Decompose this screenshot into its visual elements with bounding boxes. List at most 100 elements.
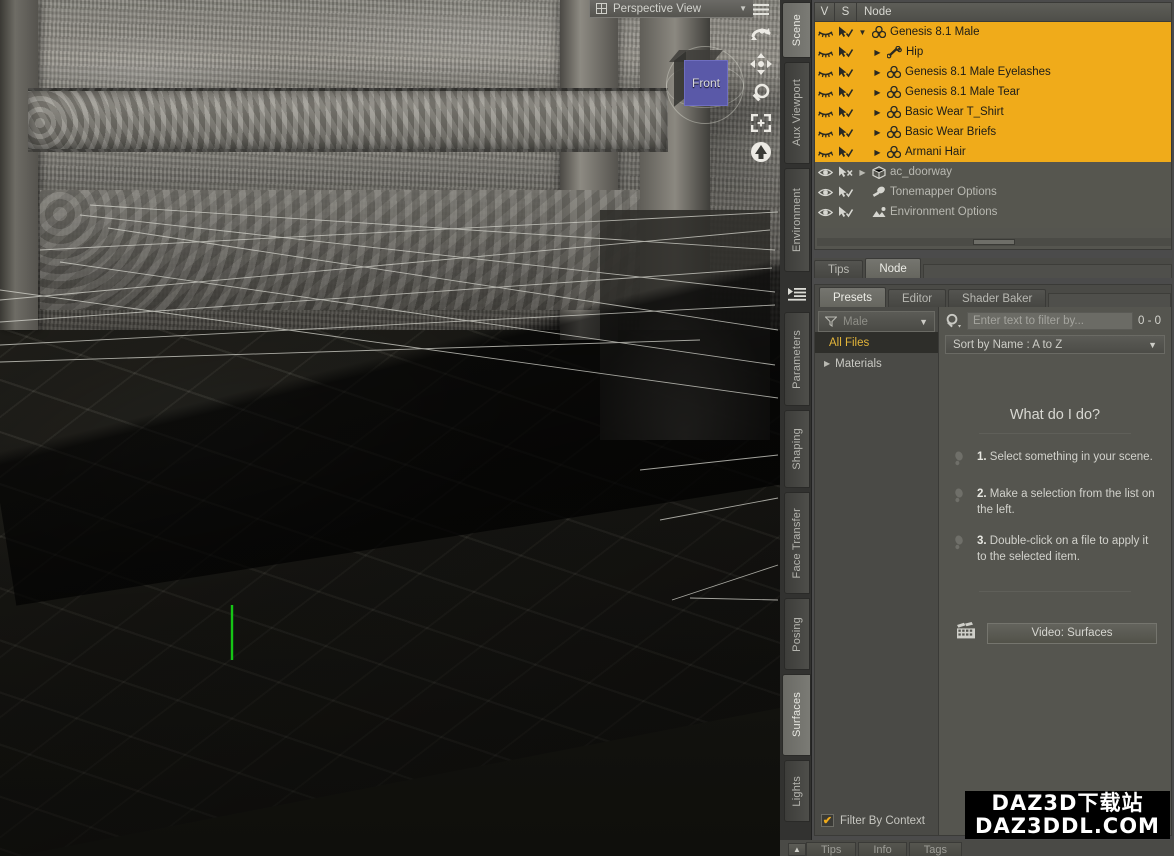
cursor-check-icon[interactable] [835,26,857,38]
watermark-line-2: DAZ3DDL.COM [975,815,1160,838]
bottom-tab-row: Tips Info Tags [780,840,1174,856]
eye-closed-icon[interactable] [815,67,835,78]
column-header-visibility[interactable]: V [815,3,835,21]
file-list-item-materials[interactable]: ▶Materials [815,353,938,374]
video-surfaces-label: Video: Surfaces [1032,627,1113,639]
bottom-tab-tags[interactable]: Tags [909,842,962,856]
tab-parameters[interactable]: Parameters [784,312,810,406]
twisty-collapsed-icon[interactable]: ▶ [872,88,883,97]
tab-face-transfer-label: Face Transfer [791,508,803,578]
figure-icon [887,66,901,78]
video-surfaces-button[interactable]: Video: Surfaces [987,623,1157,644]
tab-shader-baker[interactable]: Shader Baker [948,289,1046,307]
bottom-tab-info-label: Info [873,844,891,856]
help-title: What do I do? [953,407,1157,423]
cursor-check-icon[interactable] [835,86,857,98]
panel-options-icon[interactable] [785,282,809,306]
zoom-icon[interactable] [746,82,776,106]
eye-open-icon[interactable] [815,167,835,178]
scene-row-hip[interactable]: ▶ Hip [815,42,1171,62]
twisty-collapsed-icon[interactable]: ▶ [857,168,868,177]
twisty-collapsed-icon[interactable]: ▶ [872,68,883,77]
scene-row-environment-options[interactable]: Environment Options [815,202,1171,222]
scene-row-armani-hair[interactable]: ▶Armani Hair [815,142,1171,162]
twisty-collapsed-icon[interactable]: ▶ [872,48,883,57]
orbit-icon[interactable] [746,24,776,46]
tab-editor[interactable]: Editor [888,289,946,307]
scene-horizontal-scrollbar[interactable] [817,238,1171,246]
tab-face-transfer[interactable]: Face Transfer [784,492,810,594]
twisty-collapsed-icon[interactable]: ▶ [872,108,883,117]
cursor-check-icon[interactable] [835,66,857,78]
tab-tips[interactable]: Tips [814,260,863,278]
eye-open-icon[interactable] [815,207,835,218]
scene-row-genesis-8-1-male[interactable]: ▼ Genesis 8.1 Male [815,22,1171,42]
scene-row-label: Hip [906,46,923,58]
tab-environment[interactable]: Environment [784,168,810,272]
cursor-check-icon[interactable] [835,126,857,138]
cursor-check-icon[interactable] [835,106,857,118]
twisty-collapsed-icon[interactable]: ▶ [824,359,830,368]
frame-icon[interactable] [746,112,776,134]
scene-row-label: Basic Wear T_Shirt [905,106,1004,118]
home-view-icon[interactable] [746,140,776,164]
grid-icon [596,3,607,14]
scene-row-node-cell: ▶ Basic Wear T_Shirt [857,106,1171,118]
pan-icon[interactable] [746,52,776,76]
cursor-x-icon[interactable] [835,166,857,178]
tab-presets[interactable]: Presets [819,287,886,307]
eye-closed-icon[interactable] [815,47,835,58]
tab-surfaces[interactable]: Surfaces [782,674,811,756]
bottom-tab-tips[interactable]: Tips [806,842,856,856]
column-header-node[interactable]: Node [857,3,1171,21]
tab-aux-viewport[interactable]: Aux Viewport [784,62,810,164]
eye-closed-icon[interactable] [815,147,835,158]
scene-row-genesis-8-1-male-tear[interactable]: ▶Genesis 8.1 Male Tear [815,82,1171,102]
tab-shaping[interactable]: Shaping [784,410,810,488]
scene-row-basic-wear-briefs[interactable]: ▶Basic Wear Briefs [815,122,1171,142]
twisty-expanded-icon[interactable]: ▼ [857,28,868,37]
twisty-collapsed-icon[interactable]: ▶ [872,148,883,157]
view-cube[interactable]: Front [662,42,748,128]
scrollbar-handle[interactable] [973,239,1015,245]
scene-row-ac-doorway[interactable]: ▶ac_doorway [815,162,1171,182]
scene-row-node-cell: ▶ Hip [857,46,1171,59]
twisty-collapsed-icon[interactable]: ▶ [872,128,883,137]
file-list-item-all-files[interactable]: All Files [815,332,938,353]
tab-lights[interactable]: Lights [784,760,810,822]
eye-closed-icon[interactable] [815,127,835,138]
content-filter-select[interactable]: Male ▼ [818,311,935,332]
search-input[interactable] [967,312,1133,330]
scene-row-tonemapper-options[interactable]: Tonemapper Options [815,182,1171,202]
figure-icon [887,126,901,138]
cursor-check-icon[interactable] [835,206,857,218]
eye-closed-icon[interactable] [815,27,835,38]
filter-by-context-label: Filter By Context [840,815,925,827]
view-cube-front-face[interactable]: Front [684,60,728,106]
cursor-check-icon[interactable] [835,186,857,198]
tab-node[interactable]: Node [865,258,921,278]
viewport-menu-icon[interactable] [746,2,776,18]
scene-row-label: Genesis 8.1 Male [890,26,980,38]
eye-closed-icon[interactable] [815,107,835,118]
tab-editor-label: Editor [902,293,932,305]
search-icon[interactable] [945,313,962,330]
eye-open-icon[interactable] [815,187,835,198]
tab-scene[interactable]: Scene [782,2,811,58]
bottom-tab-info[interactable]: Info [858,842,906,856]
scene-row-genesis-8-1-male-eyelashes[interactable]: ▶Genesis 8.1 Male Eyelashes [815,62,1171,82]
scene-row-basic-wear-t-shirt[interactable]: ▶ Basic Wear T_Shirt [815,102,1171,122]
column-header-selectable[interactable]: S [835,3,857,21]
cursor-check-icon[interactable] [835,46,857,58]
content-filter-value: Male [843,316,868,328]
sort-select[interactable]: Sort by Name : A to Z ▼ [945,335,1165,354]
vertical-tab-strip: Scene Aux Viewport Environment Parameter… [780,0,812,856]
tab-posing[interactable]: Posing [784,598,810,670]
eye-closed-icon[interactable] [815,87,835,98]
filter-by-context-checkbox[interactable]: ✔ Filter By Context [821,814,925,827]
collapse-arrow-icon[interactable]: ▲ [788,843,806,856]
perspective-view-selector[interactable]: Perspective View ▼ [589,0,754,18]
viewport-3d[interactable]: Front Perspective View ▼ [0,0,780,856]
help-step-text: 1. Select something in your scene. [977,449,1153,471]
cursor-check-icon[interactable] [835,146,857,158]
